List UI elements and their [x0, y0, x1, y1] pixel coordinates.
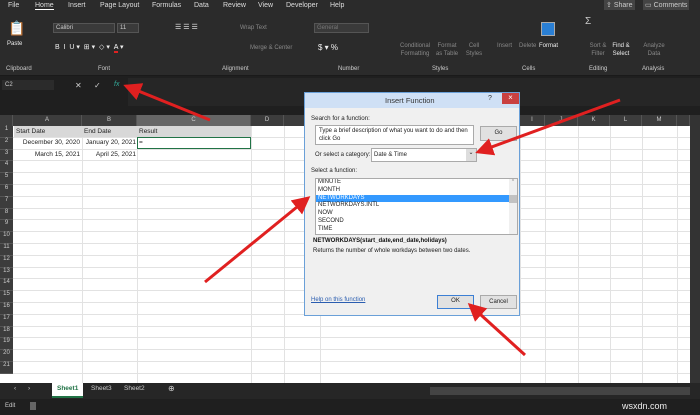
arrow-to-fx: [123, 83, 211, 122]
arrow-to-category: [475, 98, 621, 156]
arrow-to-ok: [467, 302, 527, 357]
arrow-to-networkdays: [204, 196, 311, 284]
annotation-arrows: [123, 83, 621, 357]
